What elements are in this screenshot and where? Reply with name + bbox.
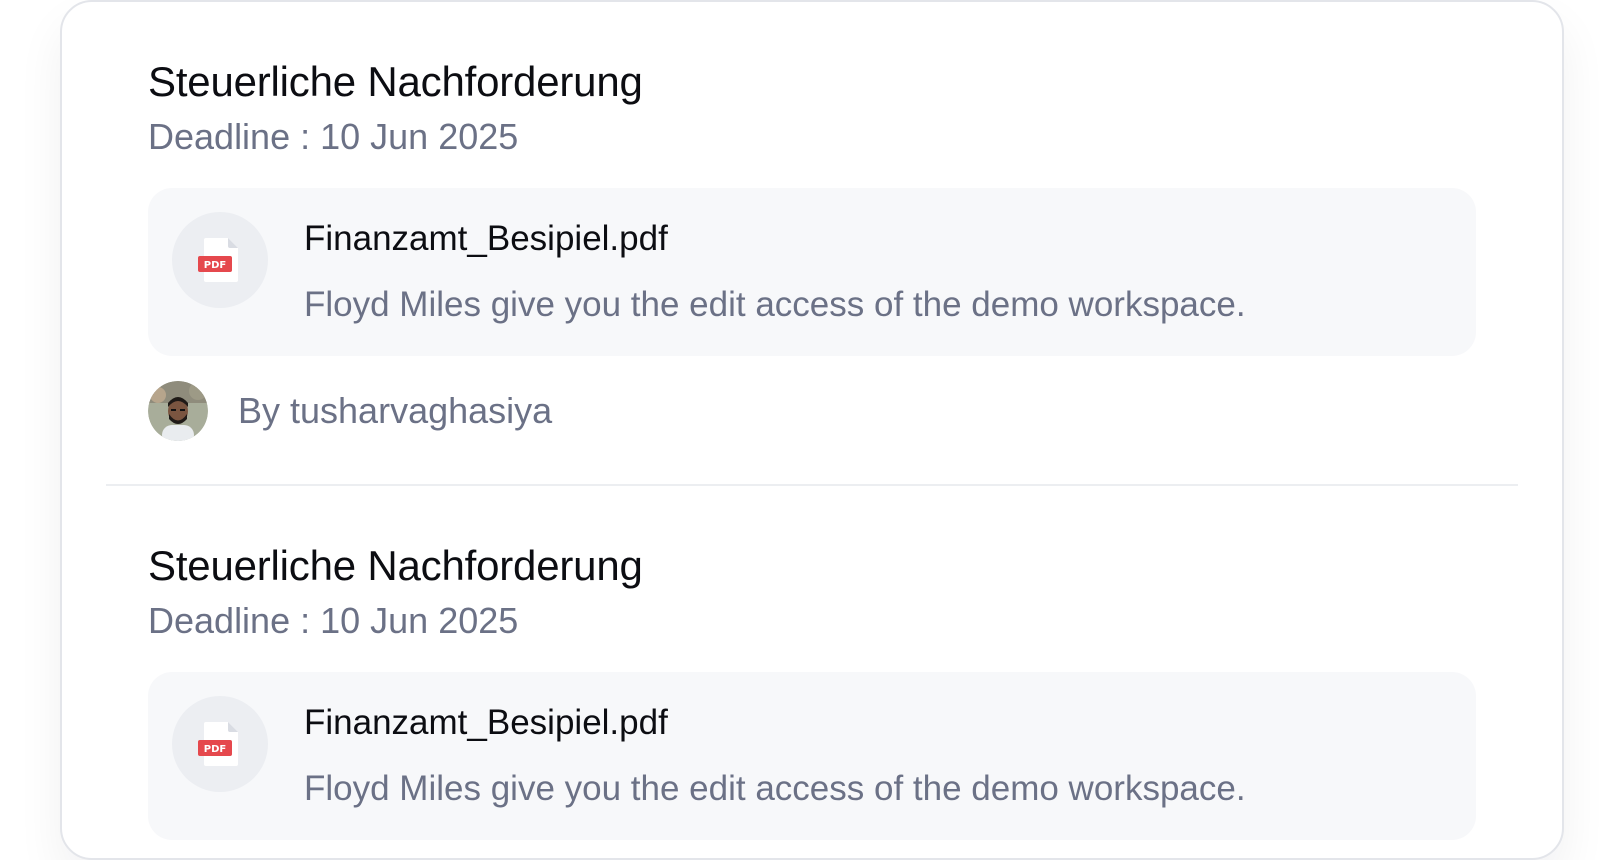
author-name: By tusharvaghasiya (238, 390, 553, 431)
author-row: By tusharvaghasiya (148, 380, 1476, 442)
avatar[interactable] (148, 381, 208, 441)
task-deadline: Deadline : 10 Jun 2025 (148, 600, 519, 641)
file-description: Floyd Miles give you the edit access of … (304, 285, 1246, 324)
task-item[interactable]: Steuerliche Nachforderung Deadline : 10 … (62, 486, 1562, 840)
file-attachment[interactable]: PDF Finanzamt_Besipiel.pdf Floyd Miles g… (148, 672, 1476, 840)
task-title: Steuerliche Nachforderung (148, 58, 643, 105)
task-item[interactable]: Steuerliche Nachforderung Deadline : 10 … (62, 2, 1562, 442)
file-name[interactable]: Finanzamt_Besipiel.pdf (304, 702, 668, 744)
task-title: Steuerliche Nachforderung (148, 542, 643, 589)
task-list-card: Steuerliche Nachforderung Deadline : 10 … (60, 0, 1564, 860)
pdf-file-icon: PDF (172, 696, 268, 792)
task-deadline: Deadline : 10 Jun 2025 (148, 116, 519, 157)
file-attachment[interactable]: PDF Finanzamt_Besipiel.pdf Floyd Miles g… (148, 188, 1476, 356)
file-description: Floyd Miles give you the edit access of … (304, 769, 1246, 808)
pdf-file-icon: PDF (172, 212, 268, 308)
svg-text:PDF: PDF (204, 260, 226, 271)
svg-text:PDF: PDF (204, 744, 226, 755)
file-name[interactable]: Finanzamt_Besipiel.pdf (304, 218, 668, 260)
